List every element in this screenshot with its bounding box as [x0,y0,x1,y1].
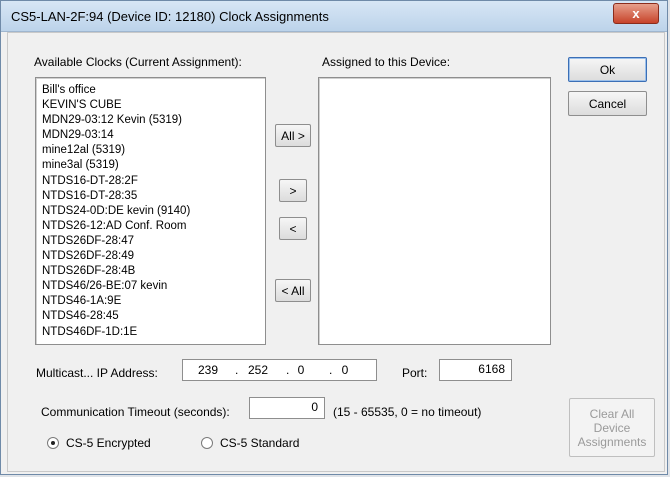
radio-standard-label: CS-5 Standard [220,436,300,450]
available-clocks-list[interactable]: Bill's office KEVIN'S CUBE MDN29-03:12 Kev… [35,77,266,345]
clear-all-line-1: Clear All [589,406,635,421]
ip-octet-3: 0 [297,363,305,377]
port-label: Port: [402,366,428,380]
available-clock-item[interactable]: NTDS46/26-BE:07 kevin [42,279,265,294]
clear-all-line-3: Assignments [577,434,647,449]
timeout-hint: (15 - 65535, 0 = no timeout) [333,405,482,419]
available-clocks-label: Available Clocks (Current Assignment): [34,55,242,69]
available-clocks-items: Bill's office KEVIN'S CUBE MDN29-03:12 Kev… [42,83,265,344]
dialog-body: Available Clocks (Current Assignment): B… [7,32,665,472]
available-clock-item[interactable]: mine12al (5319) [42,143,265,158]
available-clock-item[interactable]: KEVIN'S CUBE [42,98,265,113]
available-clock-item[interactable]: NTDS46-28:45 [42,309,265,324]
clear-all-line-2: Device [593,420,631,435]
radio-cs5-standard[interactable]: CS-5 Standard [201,436,299,450]
available-clock-item[interactable]: NTDS24-0D:DE kevin (9140) [42,204,265,219]
unassign-all-button[interactable]: < All [275,279,311,302]
ip-address-field[interactable]: 239 . 252 . 0 . 0 [182,359,377,381]
available-clock-item[interactable]: NTDS26DF-28:49 [42,249,265,264]
available-clock-item[interactable]: NTDS46-1A:9E [42,294,265,309]
timeout-field[interactable]: 0 [249,397,325,419]
assigned-clocks-items [325,83,550,344]
close-button[interactable]: x [613,3,659,24]
ip-octet-4: 0 [341,363,349,377]
available-clock-item[interactable]: MDN29-03:14 [42,128,265,143]
title-bar: CS5-LAN-2F:94 (Device ID: 12180) Clock A… [1,1,667,32]
available-clock-item[interactable]: NTDS26DF-28:4B [42,264,265,279]
assign-all-button[interactable]: All > [275,124,311,147]
multicast-ip-label: Multicast... IP Address: [36,366,158,380]
assigned-clocks-list[interactable] [318,77,551,345]
port-field[interactable]: 6168 [439,359,512,381]
radio-encrypted-label: CS-5 Encrypted [66,436,151,450]
available-clock-item[interactable]: Bill's office [42,83,265,98]
available-clock-item[interactable]: NTDS26-12:AD Conf. Room [42,219,265,234]
window-title: CS5-LAN-2F:94 (Device ID: 12180) Clock A… [11,9,329,24]
available-clock-item[interactable]: NTDS16-DT-28:2F [42,174,265,189]
ok-button[interactable]: Ok [568,57,647,82]
available-clock-item[interactable]: NTDS16-DT-28:35 [42,189,265,204]
ip-octet-2: 252 [247,363,269,377]
unassign-selected-button[interactable]: < [279,217,307,240]
radio-standard-indicator [201,437,213,449]
cancel-button[interactable]: Cancel [568,91,647,116]
available-clock-item[interactable]: NTDS26DF-28:47 [42,234,265,249]
assign-selected-button[interactable]: > [279,179,307,202]
close-icon: x [632,6,640,21]
clock-assignments-window: CS5-LAN-2F:94 (Device ID: 12180) Clock A… [0,0,668,475]
clear-all-assignments-button[interactable]: Clear All Device Assignments [569,398,655,457]
assigned-clocks-label: Assigned to this Device: [322,55,451,69]
timeout-label: Communication Timeout (seconds): [41,405,230,419]
available-clock-item[interactable]: MDN29-03:12 Kevin (5319) [42,113,265,128]
ip-octet-1: 239 [197,363,219,377]
radio-encrypted-indicator [47,437,59,449]
available-clock-item[interactable]: mine3al (5319) [42,158,265,173]
available-clock-item[interactable]: NTDS46DF-1D:1E [42,325,265,340]
radio-cs5-encrypted[interactable]: CS-5 Encrypted [47,436,151,450]
ip-dot: . [235,363,239,377]
